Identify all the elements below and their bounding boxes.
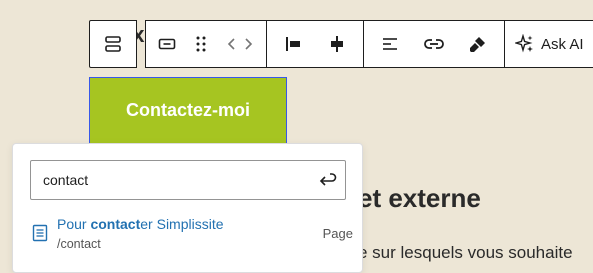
sparkles-icon (515, 34, 533, 53)
select-parent-block-button[interactable] (89, 20, 137, 68)
suggestion-type: Page (322, 226, 353, 241)
suggestion-texts: Pour contacter Simplissite /contact (57, 212, 323, 251)
move-left-right-button[interactable] (218, 21, 262, 67)
justify-center-icon (331, 36, 343, 52)
suggestion-title-prefix: Pour (57, 216, 91, 232)
link-icon (424, 39, 444, 49)
highlight-button[interactable] (456, 21, 500, 67)
toolbar-group-block (146, 21, 267, 67)
page-icon-wrap (23, 212, 57, 242)
text-align-button[interactable] (368, 21, 412, 67)
ask-ai-label: Ask AI (541, 35, 584, 53)
link-button[interactable] (412, 21, 456, 67)
toolbar-group-justify (267, 21, 364, 67)
enter-return-icon (319, 173, 337, 186)
justify-left-button[interactable] (271, 21, 315, 67)
block-group-icon (105, 36, 121, 52)
ask-ai-button[interactable]: Ask AI (505, 21, 593, 67)
button-block-type-button[interactable] (150, 21, 184, 67)
link-search-box (30, 160, 346, 200)
button-block-icon (158, 38, 176, 50)
justify-center-button[interactable] (315, 21, 359, 67)
link-submit-button[interactable] (309, 171, 345, 189)
block-toolbar: Ask AI (145, 20, 593, 68)
align-left-icon (383, 38, 397, 50)
toolbar-group-format (364, 21, 505, 67)
page-icon (32, 224, 48, 242)
suggestion-title-suffix: er Simplissite (140, 216, 224, 232)
link-suggestion-item[interactable]: Pour contacter Simplissite /contact Page (23, 212, 353, 256)
justify-left-icon (286, 37, 300, 51)
background-heading-peek: et externe (358, 183, 481, 213)
chevron-left-right-icon (227, 38, 253, 50)
link-popover: Pour contacter Simplissite /contact Page (12, 143, 363, 273)
background-paragraph-peek: e sur lesquels vous souhaite (358, 243, 573, 262)
suggestion-url: /contact (57, 237, 101, 251)
drag-handle-button[interactable] (184, 21, 218, 67)
link-search-input[interactable] (31, 162, 309, 198)
suggestion-title-match: contact (90, 216, 141, 232)
drag-handle-icon (196, 36, 206, 52)
contact-cta-button[interactable]: Contactez-moi (89, 77, 287, 144)
paintbrush-icon (470, 37, 485, 52)
suggestion-title: Pour contacter Simplissite (57, 216, 323, 232)
